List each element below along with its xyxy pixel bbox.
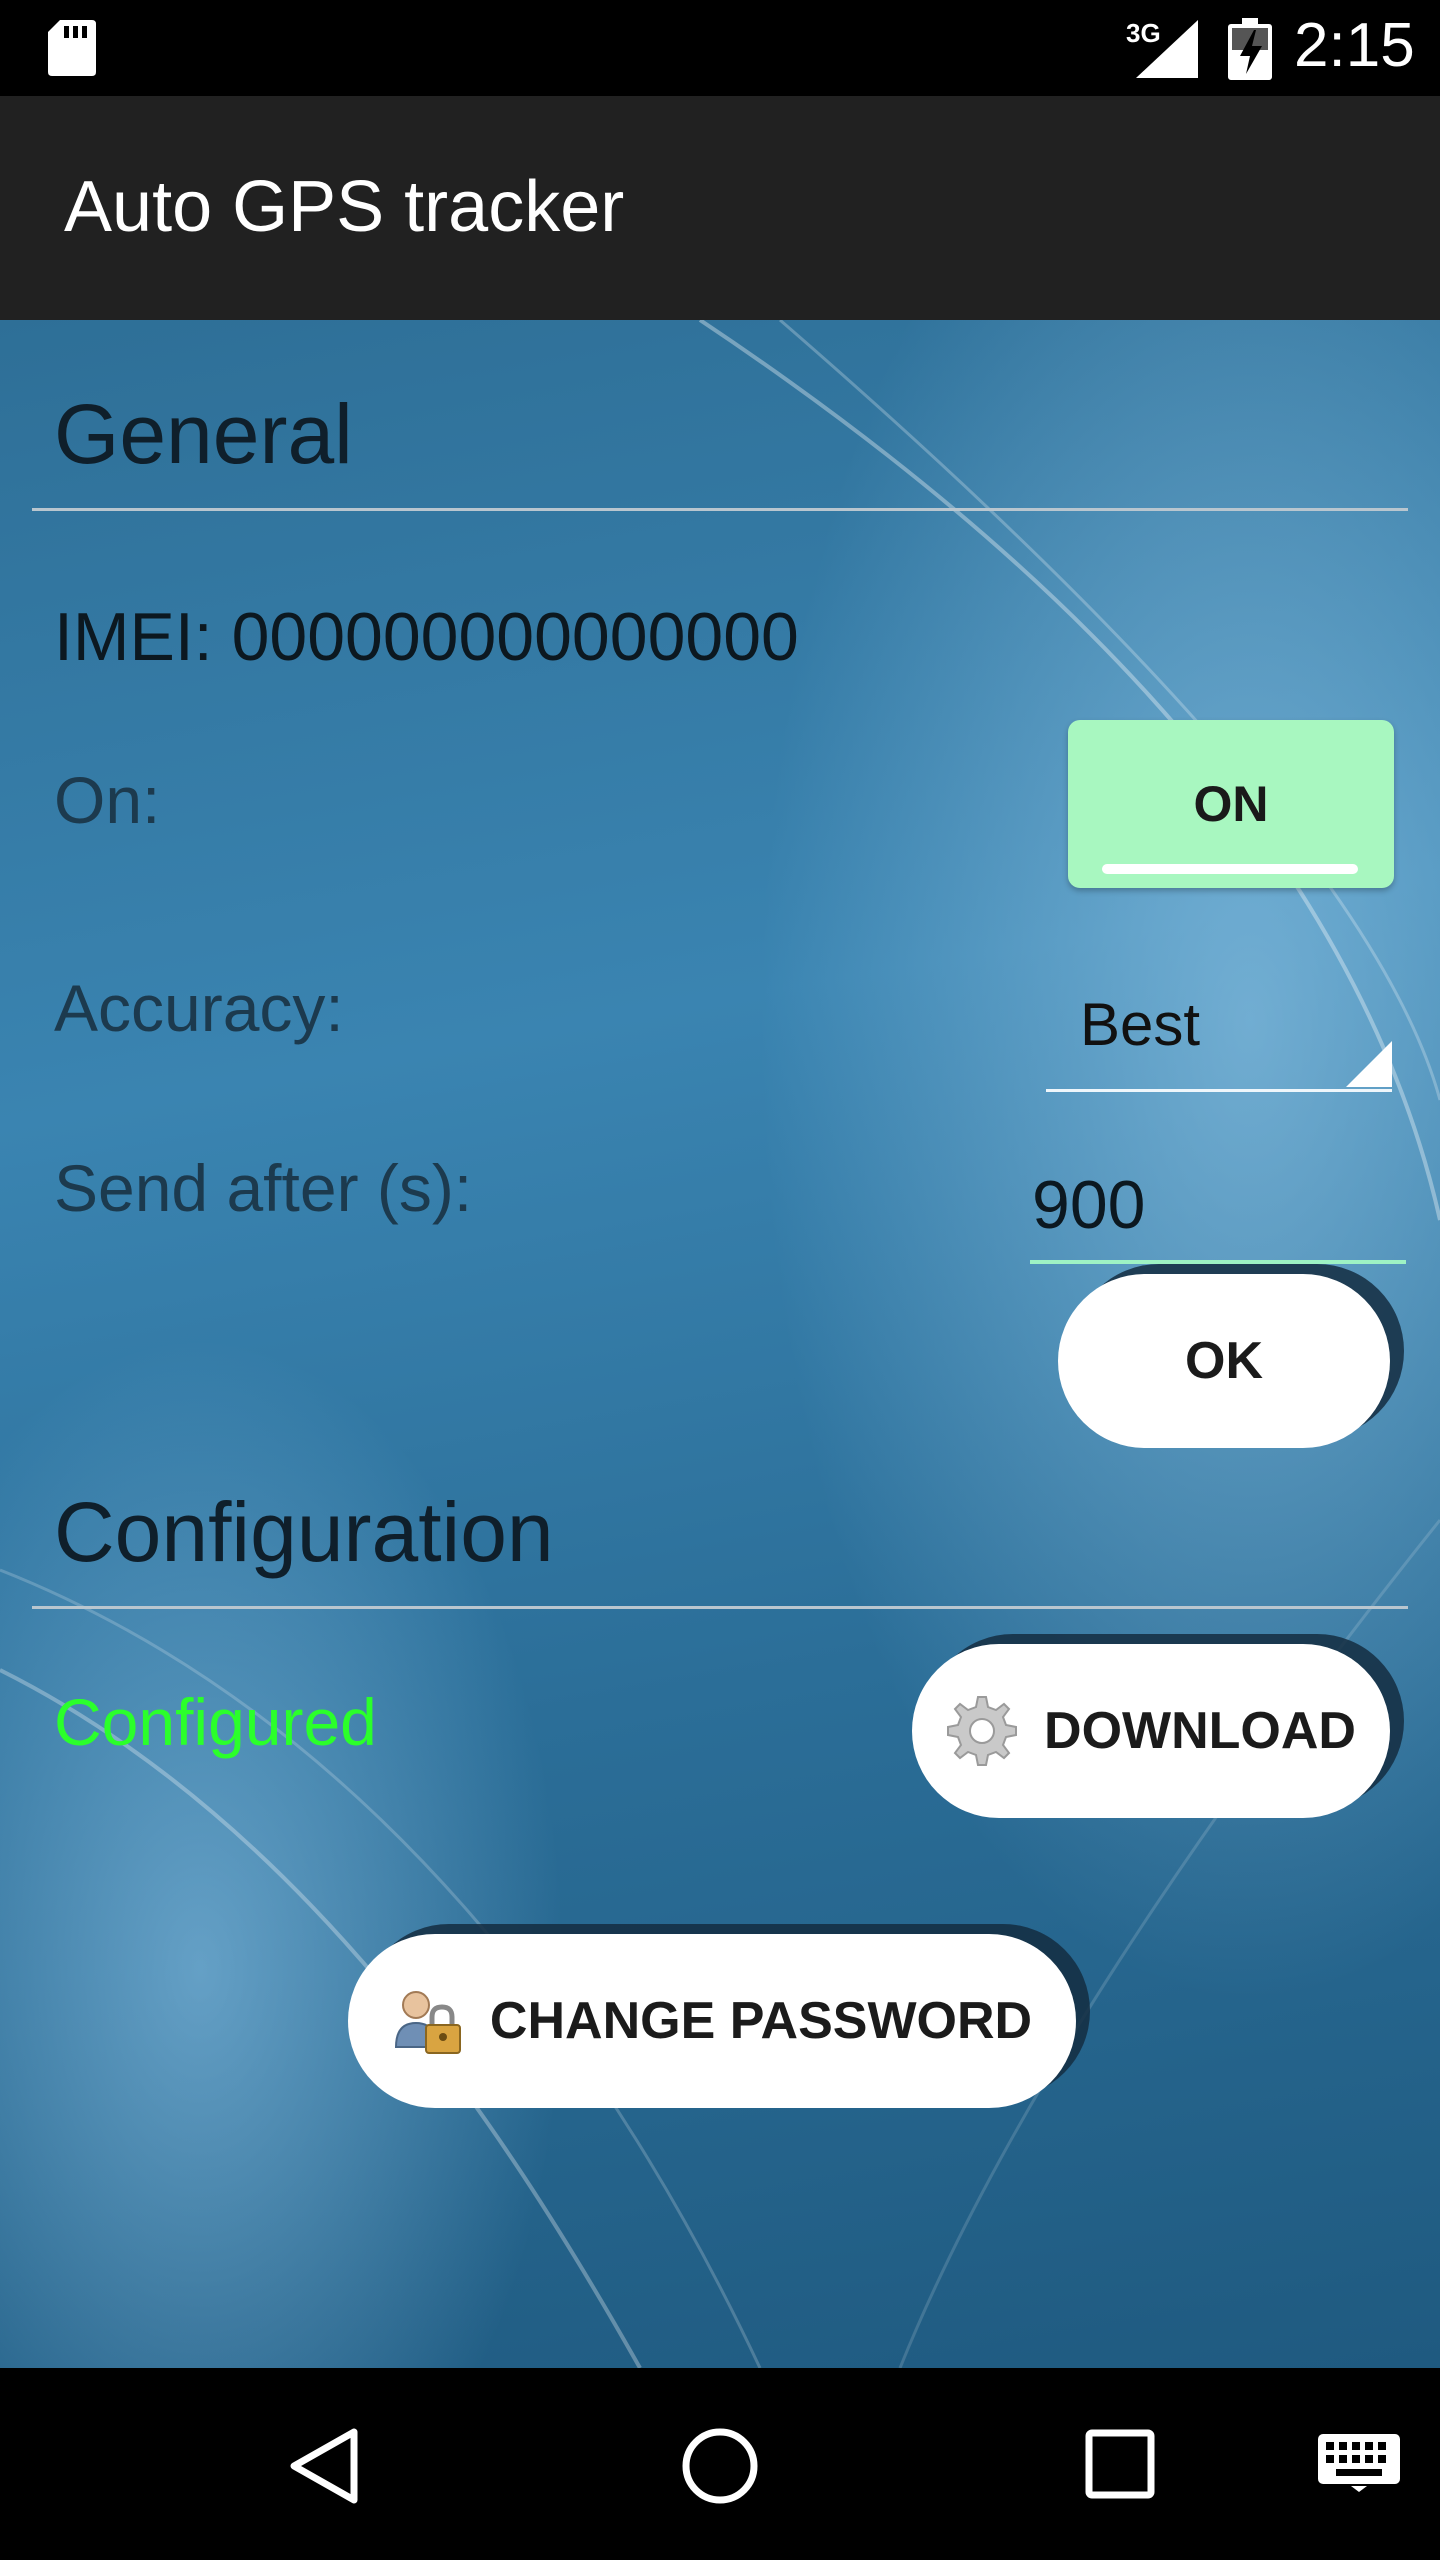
send-after-label: Send after (s): (54, 1151, 473, 1225)
download-button-label: DOWNLOAD (1044, 1702, 1356, 1760)
app-bar: Auto GPS tracker (0, 96, 1440, 320)
on-toggle-text: ON (1193, 776, 1269, 832)
on-label: On: (54, 763, 161, 837)
ok-button-label: OK (1185, 1332, 1263, 1390)
gear-icon (947, 1696, 1018, 1766)
accuracy-selected-value: Best (1080, 991, 1201, 1058)
navigation-bar (0, 2368, 1440, 2560)
home-icon[interactable] (680, 2426, 760, 2506)
sd-card-icon (48, 20, 96, 76)
send-after-input[interactable] (1030, 1150, 1406, 1264)
change-password-button-label: CHANGE PASSWORD (489, 1992, 1033, 2050)
ok-button[interactable]: OK (1058, 1274, 1390, 1448)
keyboard-icon[interactable] (1318, 2434, 1400, 2492)
toggle-indicator-bar (1102, 864, 1358, 874)
on-toggle[interactable]: ON (1068, 720, 1394, 888)
accuracy-dropdown[interactable]: Best (1046, 970, 1392, 1092)
change-password-button[interactable]: CHANGE PASSWORD (348, 1934, 1076, 2108)
configuration-divider (32, 1606, 1408, 1609)
general-divider (32, 508, 1408, 511)
download-button[interactable]: DOWNLOAD (912, 1644, 1390, 1818)
back-icon[interactable] (286, 2426, 360, 2506)
general-section-title: General (54, 387, 353, 481)
recents-icon[interactable] (1084, 2428, 1156, 2500)
user-lock-icon (394, 1991, 461, 2054)
configuration-section-title: Configuration (54, 1485, 554, 1579)
app-title: Auto GPS tracker (64, 167, 625, 247)
imei-label: IMEI: 000000000000000 (54, 599, 799, 675)
configuration-status: Configured (54, 1685, 377, 1759)
signal-icon (1136, 20, 1198, 78)
status-bar: 3G 2:15 (0, 0, 1440, 96)
dropdown-triangle-icon (1346, 1041, 1392, 1087)
clock: 2:15 (1294, 11, 1415, 80)
battery-charging-icon (1228, 18, 1272, 80)
settings-content: General IMEI: 000000000000000 On: ON Acc… (0, 320, 1440, 2368)
accuracy-label: Accuracy: (54, 971, 344, 1045)
